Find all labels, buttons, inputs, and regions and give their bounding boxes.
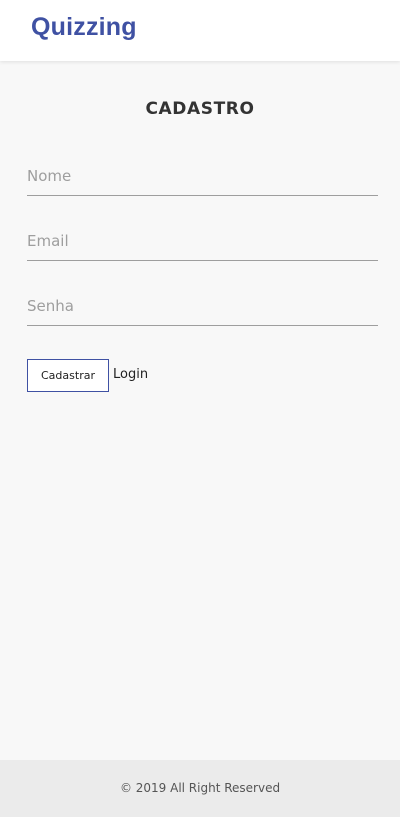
app-root: Quizzing CADASTRO Cadastrar Login © 2019… [0, 0, 400, 817]
brand-logo[interactable]: Quizzing [31, 13, 137, 42]
password-input[interactable] [27, 286, 378, 326]
signup-page: CADASTRO Cadastrar Login [0, 61, 400, 760]
footer: © 2019 All Right Reserved [0, 760, 400, 817]
register-button[interactable]: Cadastrar [27, 359, 109, 392]
copyright-text: © 2019 All Right Reserved [119, 781, 281, 795]
login-link[interactable]: Login [113, 367, 148, 382]
page-title: CADASTRO [145, 99, 255, 119]
email-input[interactable] [27, 221, 378, 261]
top-header: Quizzing [0, 0, 400, 61]
name-input[interactable] [27, 156, 378, 196]
